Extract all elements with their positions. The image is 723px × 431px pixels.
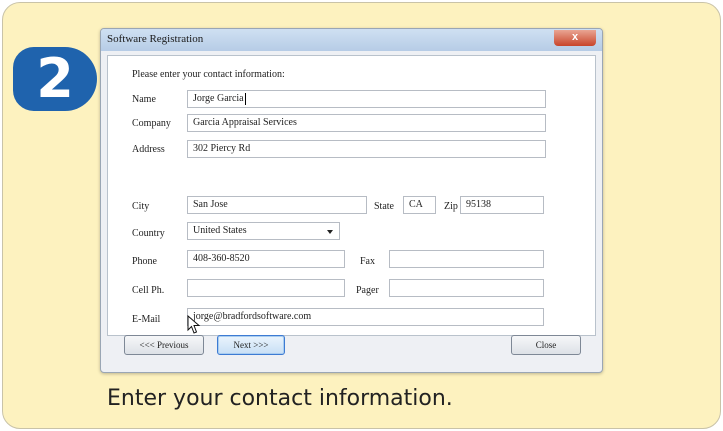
fax-field[interactable] [389, 250, 544, 268]
fax-label: Fax [360, 256, 375, 267]
registration-window: Software Registration x Please enter you… [100, 28, 603, 373]
company-field[interactable]: Garcia Appraisal Services [187, 114, 546, 132]
state-field[interactable]: CA [403, 196, 436, 214]
form-panel: Please enter your contact information: N… [107, 55, 596, 336]
country-dropdown[interactable]: United States [187, 222, 340, 240]
phone-field[interactable]: 408-360-8520 [187, 250, 345, 268]
window-titlebar: Software Registration x [101, 29, 602, 51]
window-title: Software Registration [107, 33, 204, 45]
name-field[interactable]: Jorge Garcia [187, 90, 546, 108]
step-number-badge: 2 [13, 47, 97, 111]
company-label: Company [132, 118, 171, 129]
mouse-pointer-icon [187, 315, 201, 334]
phone-label: Phone [132, 256, 157, 267]
city-field[interactable]: San Jose [187, 196, 367, 214]
email-field[interactable]: jorge@bradfordsoftware.com [187, 308, 544, 326]
cell-field[interactable] [187, 279, 345, 297]
previous-button[interactable]: <<< Previous [124, 335, 204, 355]
state-label: State [374, 201, 394, 212]
city-label: City [132, 201, 150, 212]
zip-field[interactable]: 95138 [460, 196, 544, 214]
next-button[interactable]: Next >>> [217, 335, 285, 355]
close-button[interactable]: Close [511, 335, 581, 355]
instruction-caption: Enter your contact information. [107, 386, 453, 411]
email-label: E-Mail [132, 314, 161, 325]
zip-label: Zip [444, 201, 458, 212]
text-caret [244, 92, 246, 105]
cell-label: Cell Ph. [132, 285, 165, 296]
dropdown-arrow-icon [327, 230, 333, 234]
tutorial-card: 2 Software Registration x Please enter y… [2, 2, 721, 429]
name-label: Name [132, 94, 156, 105]
address-label: Address [132, 144, 165, 155]
form-prompt: Please enter your contact information: [132, 69, 285, 80]
close-icon[interactable]: x [554, 30, 596, 46]
pager-field[interactable] [389, 279, 544, 297]
pager-label: Pager [356, 285, 379, 296]
address-field[interactable]: 302 Piercy Rd [187, 140, 546, 158]
country-label: Country [132, 228, 165, 239]
